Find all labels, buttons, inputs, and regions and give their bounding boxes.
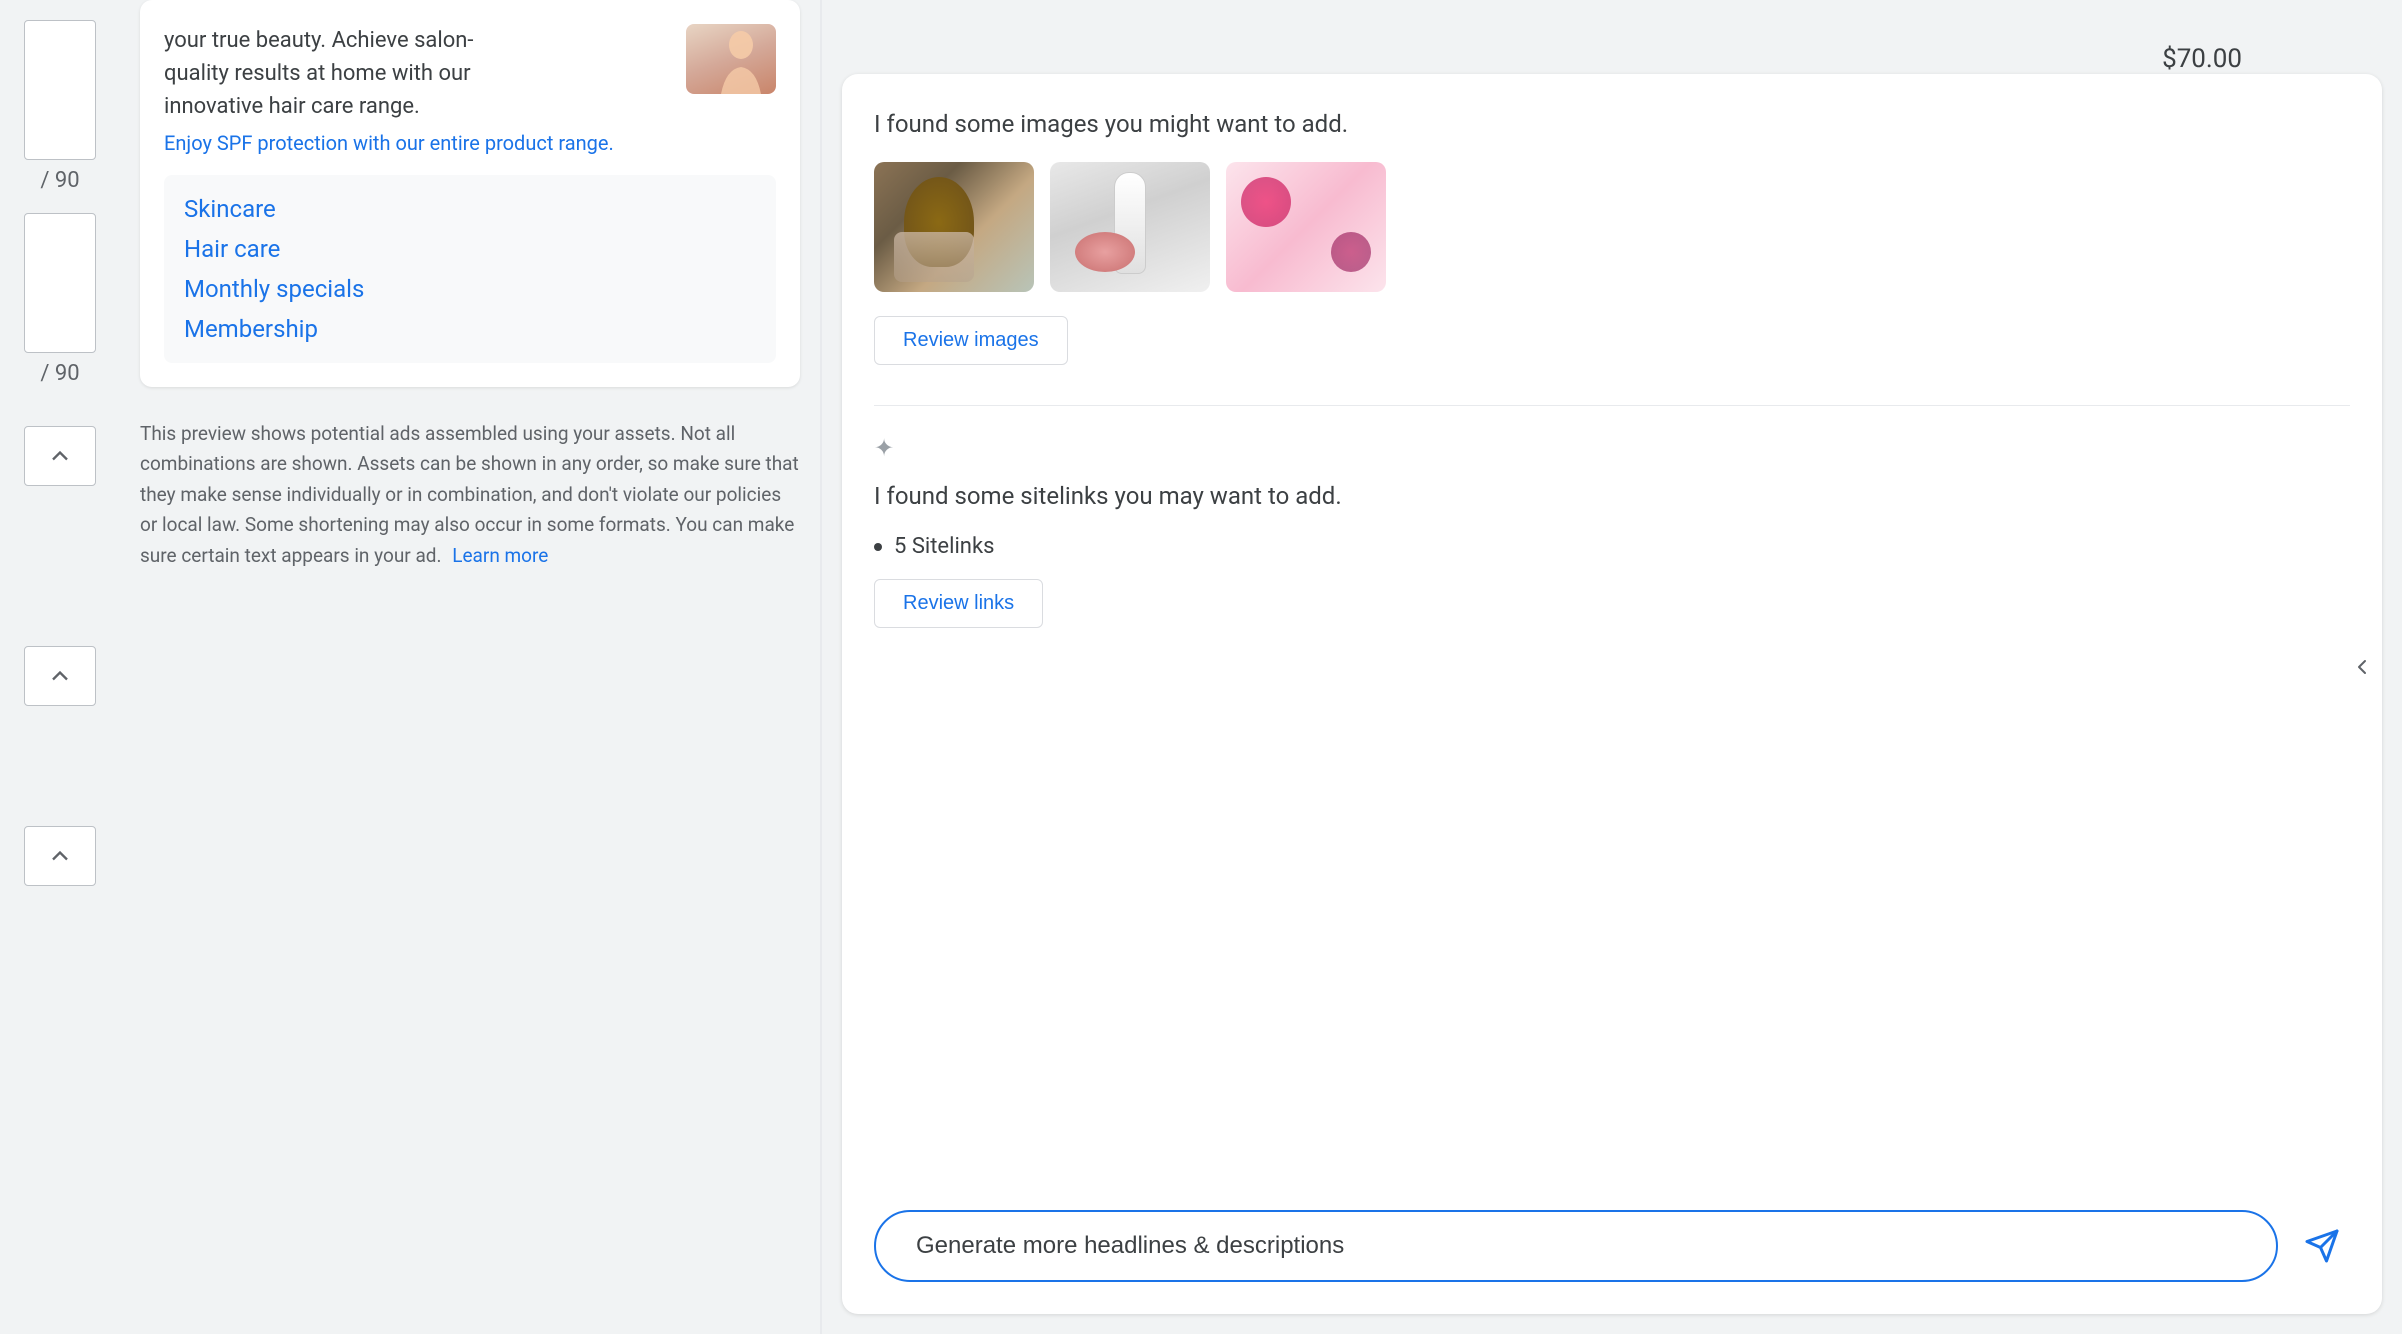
sitelinks-count: 5 Sitelinks	[874, 534, 2350, 559]
learn-more-link[interactable]: Learn more	[452, 544, 548, 567]
chevron-up-icon	[46, 442, 74, 470]
send-button[interactable]	[2294, 1218, 2350, 1274]
counter-box-1	[24, 20, 96, 160]
membership-link[interactable]: Membership	[184, 315, 756, 343]
review-links-button[interactable]: Review links	[874, 579, 1043, 628]
main-content-area: your true beauty. Achieve salon-quality …	[120, 0, 820, 1334]
right-panel-collapse-button[interactable]	[2342, 637, 2382, 697]
right-panel: $70.00 I found some images you might wan…	[822, 0, 2402, 1334]
counter-label-2: / 90	[40, 361, 79, 386]
image-preview-3	[1226, 162, 1386, 292]
images-section: I found some images you might want to ad…	[874, 106, 2350, 397]
counter-group-2: / 90	[24, 213, 96, 386]
generate-headlines-button[interactable]: Generate more headlines & descriptions	[874, 1210, 2278, 1282]
sitelinks-section-title: I found some sitelinks you may want to a…	[874, 478, 2350, 514]
ad-description: your true beauty. Achieve salon-quality …	[164, 24, 484, 123]
images-section-title: I found some images you might want to ad…	[874, 106, 2350, 142]
hair-care-link[interactable]: Hair care	[184, 235, 756, 263]
generate-btn-area: Generate more headlines & descriptions	[874, 1186, 2350, 1282]
image-preview-2	[1050, 162, 1210, 292]
sitelinks-section: ✦ I found some sitelinks you may want to…	[874, 434, 2350, 660]
collapse-button-3[interactable]	[24, 826, 96, 886]
sidebar-controls: / 90 / 90	[0, 0, 120, 1334]
ad-preview-header: your true beauty. Achieve salon-quality …	[164, 24, 776, 155]
collapse-button-1[interactable]	[24, 426, 96, 486]
price-label: $70.00	[742, 44, 2322, 74]
ad-preview-card: your true beauty. Achieve salon-quality …	[140, 0, 800, 387]
images-row	[874, 162, 2350, 292]
monthly-specials-link[interactable]: Monthly specials	[184, 275, 756, 303]
sitelinks-count-label: 5 Sitelinks	[894, 534, 994, 559]
chevron-up-icon-3	[46, 842, 74, 870]
chevron-up-icon-2	[46, 662, 74, 690]
chevron-left-icon	[2350, 655, 2374, 679]
counter-label-1: / 90	[40, 168, 79, 193]
counter-box-2	[24, 213, 96, 353]
send-icon	[2304, 1228, 2340, 1264]
ad-promo-link[interactable]: Enjoy SPF protection with our entire pro…	[164, 131, 686, 155]
suggestions-card: I found some images you might want to ad…	[842, 74, 2382, 1314]
bullet-point	[874, 543, 882, 551]
image-preview-1	[874, 162, 1034, 292]
disclaimer-text: This preview shows potential ads assembl…	[140, 419, 800, 571]
counter-group-1: / 90	[24, 20, 96, 193]
ad-nav-links: Skincare Hair care Monthly specials Memb…	[164, 175, 776, 363]
ad-text-block: your true beauty. Achieve salon-quality …	[164, 24, 686, 155]
sparkle-icon: ✦	[874, 434, 2350, 462]
collapse-button-2[interactable]	[24, 646, 96, 706]
skincare-link[interactable]: Skincare	[184, 195, 756, 223]
review-images-button[interactable]: Review images	[874, 316, 1068, 365]
section-divider	[874, 405, 2350, 406]
